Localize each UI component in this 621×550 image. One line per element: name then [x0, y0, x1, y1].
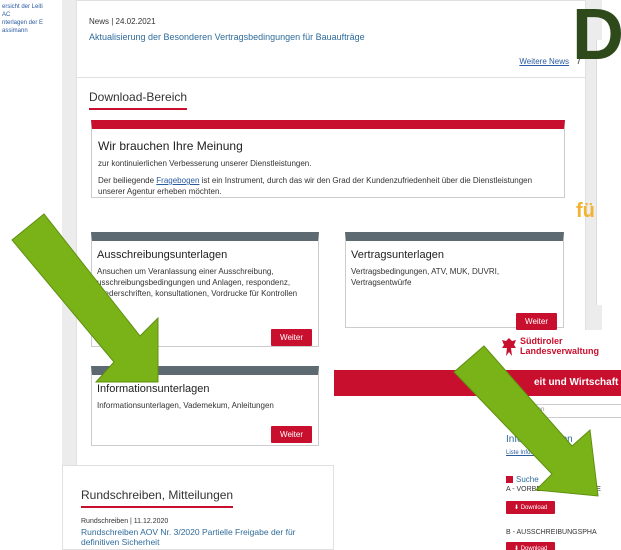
annotation-arrows [11, 213, 599, 497]
green-arrow-icon [453, 345, 599, 497]
green-arrow-icon [11, 213, 159, 383]
